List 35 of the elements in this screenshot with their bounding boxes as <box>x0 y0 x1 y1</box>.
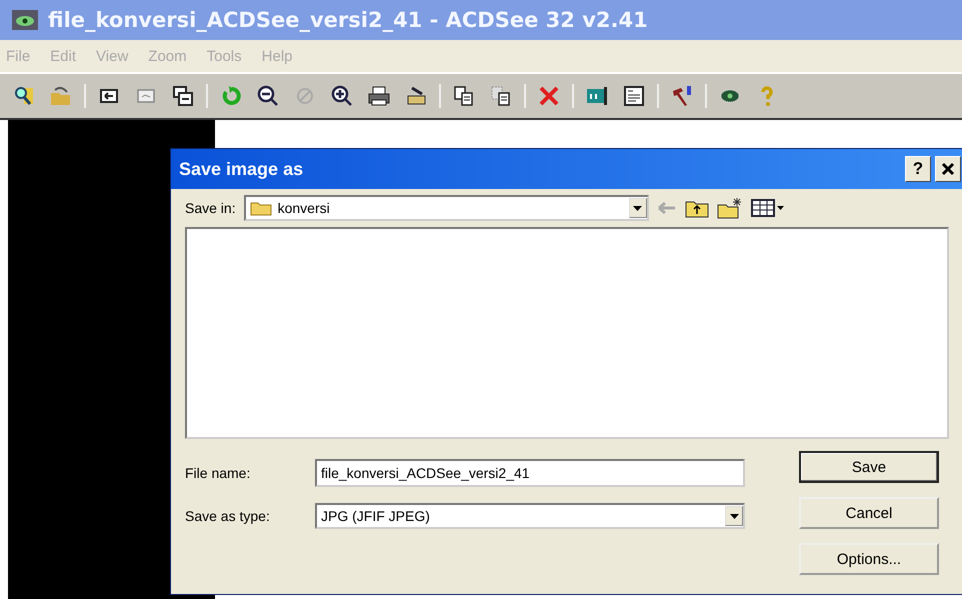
window-title: file_konversi_ACDSee_versi2_41 - ACDSee 32 v2.41 <box>48 8 648 32</box>
save-in-value: konversi <box>278 200 330 216</box>
printer-icon[interactable] <box>367 84 391 108</box>
caret-icon <box>730 514 738 518</box>
help-button[interactable]: ? <box>905 156 931 182</box>
close-button[interactable] <box>935 156 961 182</box>
folder-magnifier-icon[interactable] <box>12 84 36 108</box>
save-as-type-dropdown[interactable]: JPG (JFIF JPEG) <box>315 503 745 529</box>
save-as-type-value: JPG (JFIF JPEG) <box>320 508 431 524</box>
view-menu-icon[interactable] <box>750 198 785 218</box>
save-as-type-label: Save as type: <box>185 508 271 524</box>
dialog-button[interactable]: Options... <box>799 543 939 575</box>
caret-icon <box>633 206 642 210</box>
stacked-windows-icon[interactable] <box>171 84 195 108</box>
delete-icon[interactable] <box>537 84 561 108</box>
dialog-button[interactable]: Cancel <box>799 497 939 529</box>
file-name-field[interactable]: file_konversi_ACDSee_versi2_41 <box>315 459 745 487</box>
save-in-label: Save in: <box>185 200 236 216</box>
save-in-dropdown[interactable]: konversi <box>244 195 649 221</box>
file-name-label: File name: <box>185 465 252 481</box>
app-icon <box>12 10 38 30</box>
dialog-button[interactable]: Save <box>799 451 939 483</box>
copy-icon[interactable] <box>452 84 476 108</box>
dialog-title: Save image as <box>179 158 304 180</box>
open-folder-icon[interactable] <box>49 84 73 108</box>
folder-icon <box>250 200 272 216</box>
paste-icon[interactable] <box>489 84 513 108</box>
hammer-icon[interactable] <box>670 84 694 108</box>
close-icon <box>941 162 955 176</box>
dropdown-arrow-button[interactable] <box>725 506 743 526</box>
dropdown-arrow-button[interactable] <box>628 198 647 218</box>
new-folder-icon[interactable] <box>716 197 743 219</box>
document-icon[interactable] <box>622 84 646 108</box>
zoom-in-icon[interactable] <box>330 84 354 108</box>
zoom-out-icon[interactable] <box>256 84 280 108</box>
